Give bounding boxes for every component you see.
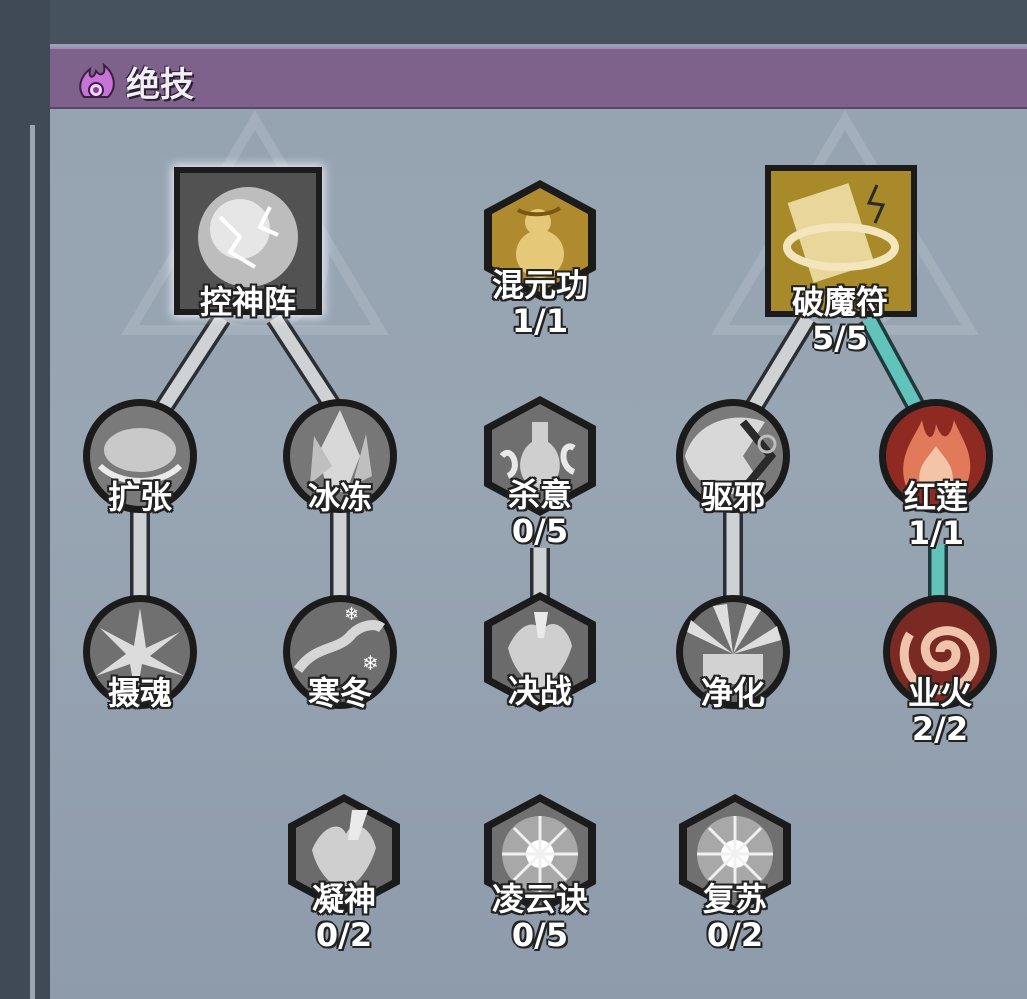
skill-name: 混元功	[491, 266, 588, 304]
skill-node-quxie[interactable]: 驱邪	[673, 396, 793, 516]
skill-name: 凝神	[311, 880, 376, 918]
skill-node-ningshen[interactable]: 凝神 0/2	[282, 790, 406, 952]
skill-count: 1/1	[511, 302, 569, 340]
skill-name: 决战	[507, 672, 572, 710]
skill-node-pomofu[interactable]: 破魔符 5/5	[755, 157, 931, 355]
skill-node-shayi[interactable]: 杀意 0/5	[478, 392, 602, 548]
skill-count: 0/2	[315, 916, 373, 954]
skill-name: 红莲	[903, 478, 968, 516]
skill-name: 净化	[700, 674, 765, 712]
skill-count: 0/5	[511, 512, 569, 550]
skill-node-yehuo[interactable]: 业火 2/2	[880, 592, 1000, 746]
skill-name: 杀意	[507, 476, 572, 514]
skill-node-kongshenzhen[interactable]: 控神阵	[160, 157, 336, 327]
skill-name: 寒冬	[307, 674, 372, 712]
skill-node-honglian[interactable]: 红莲 1/1	[876, 396, 996, 550]
skill-node-bingdong[interactable]: 冰冻	[280, 396, 400, 516]
skill-name: 复苏	[702, 880, 767, 918]
skill-name: 摄魂	[107, 674, 172, 712]
svg-text:❄: ❄	[362, 651, 379, 675]
skill-node-kuozhang[interactable]: 扩张	[80, 396, 200, 516]
skill-name: 冰冻	[307, 478, 372, 516]
skill-name: 控神阵	[199, 283, 296, 321]
skill-node-juezhan[interactable]: 决战	[478, 588, 602, 716]
skill-node-lingyunjue[interactable]: 凌云诀 0/5	[478, 790, 602, 952]
skill-count: 5/5	[811, 319, 869, 357]
skill-name: 扩张	[107, 478, 172, 516]
skill-name: 凌云诀	[491, 880, 588, 918]
svg-text:❄: ❄	[344, 604, 359, 625]
lightning-sphere-icon	[198, 187, 298, 287]
skill-name: 破魔符	[791, 283, 888, 321]
skill-name: 业火	[907, 674, 972, 712]
skill-node-handong[interactable]: ❄ ❄ 寒冬	[280, 592, 400, 712]
skill-count: 2/2	[911, 710, 969, 748]
skill-name: 驱邪	[700, 478, 765, 516]
skill-node-jinghua[interactable]: 净化	[673, 592, 793, 712]
skill-count: 0/5	[511, 916, 569, 954]
skill-count: 1/1	[907, 514, 965, 552]
skill-node-shehun[interactable]: 摄魂	[80, 592, 200, 712]
skill-node-hunyuangong[interactable]: 混元功 1/1	[478, 176, 602, 338]
skill-count: 0/2	[706, 916, 764, 954]
skill-node-fusu[interactable]: 复苏 0/2	[673, 790, 797, 952]
